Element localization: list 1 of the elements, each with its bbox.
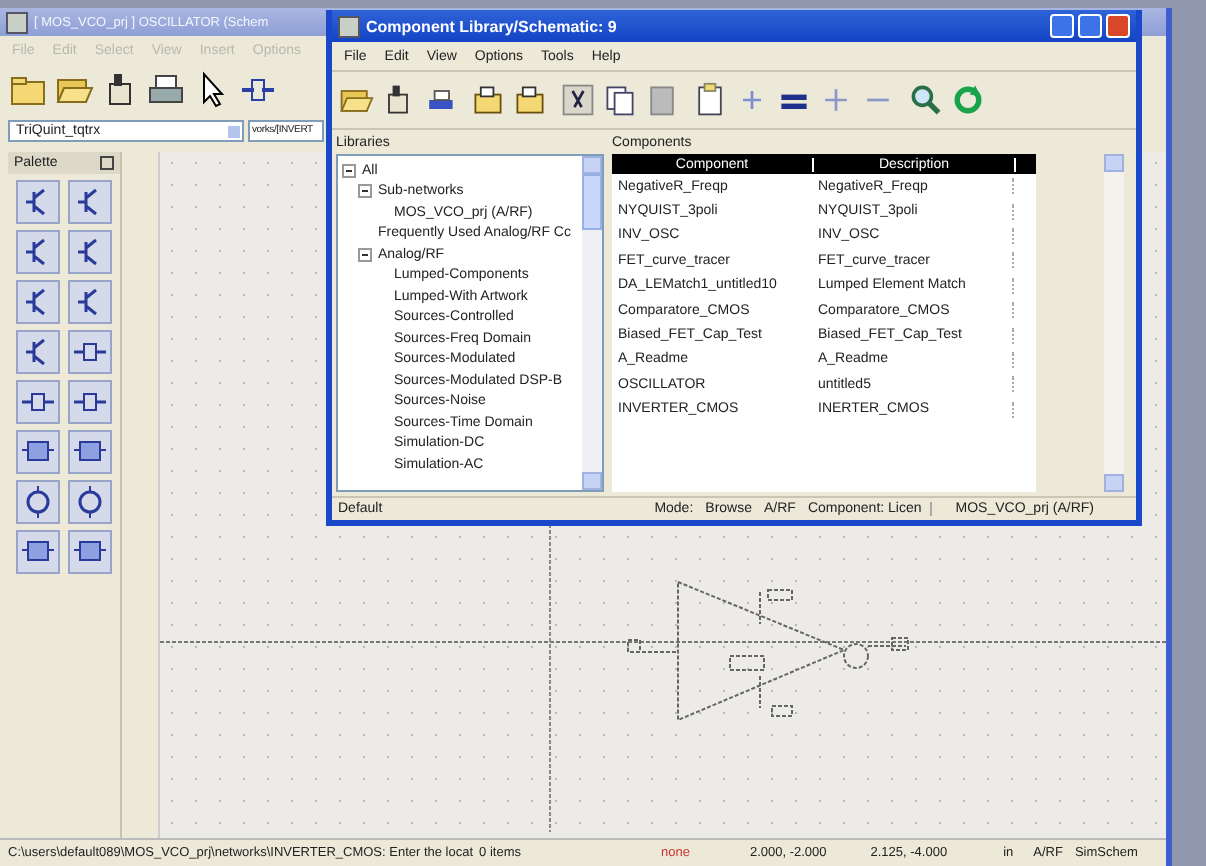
window-title: Component Library/Schematic: 9 <box>366 17 617 35</box>
